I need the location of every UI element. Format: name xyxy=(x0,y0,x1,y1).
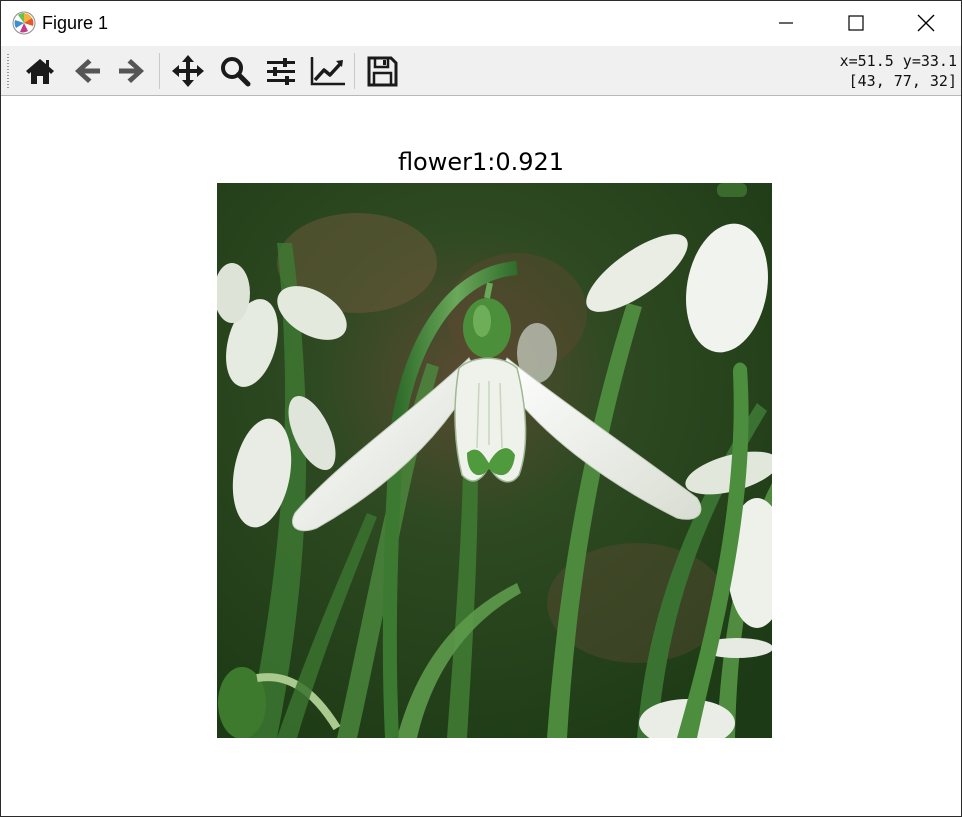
close-icon xyxy=(917,14,935,32)
pan-button[interactable] xyxy=(168,51,208,91)
coords-pixel-value: [43, 77, 32] xyxy=(848,72,957,90)
minimize-button[interactable] xyxy=(751,1,821,45)
maximize-button[interactable] xyxy=(821,1,891,45)
window-title: Figure 1 xyxy=(42,13,109,33)
save-button[interactable] xyxy=(362,51,402,91)
maximize-icon xyxy=(848,15,864,31)
navigation-toolbar: x=51.5 y=33.1 [43, 77, 32] xyxy=(1,46,961,96)
matplotlib-logo-icon xyxy=(12,11,36,35)
home-button[interactable] xyxy=(20,51,60,91)
configure-subplots-icon xyxy=(267,58,295,85)
toolbar-grip[interactable] xyxy=(7,54,9,88)
cursor-coordinates: x=51.5 y=33.1 [43, 77, 32] xyxy=(840,51,957,91)
figure-title: flower1:0.921 xyxy=(397,148,565,176)
save-floppy-icon xyxy=(367,56,398,87)
zoom-magnifier-icon xyxy=(221,57,251,87)
configure-subplots-button[interactable] xyxy=(261,51,301,91)
back-arrow-icon xyxy=(75,59,100,83)
toolbar-separator xyxy=(354,53,355,89)
minimize-icon xyxy=(779,22,793,24)
back-button[interactable] xyxy=(67,51,107,91)
forward-button[interactable] xyxy=(112,51,152,91)
zoom-button[interactable] xyxy=(215,51,255,91)
edit-axis-curve-icon xyxy=(310,57,345,86)
pan-move-icon xyxy=(172,55,204,87)
home-icon xyxy=(26,59,54,84)
toolbar-separator xyxy=(159,53,160,89)
figure-window: Figure 1 x=51.5 y=33.1 [43, 77, 32] flow… xyxy=(0,0,962,817)
close-button[interactable] xyxy=(891,1,961,45)
edit-axis-button[interactable] xyxy=(308,51,348,91)
coords-xy: x=51.5 y=33.1 xyxy=(839,52,957,70)
forward-arrow-icon xyxy=(119,59,144,83)
title-bar[interactable]: Figure 1 xyxy=(1,1,961,45)
flower-image[interactable] xyxy=(217,183,772,738)
